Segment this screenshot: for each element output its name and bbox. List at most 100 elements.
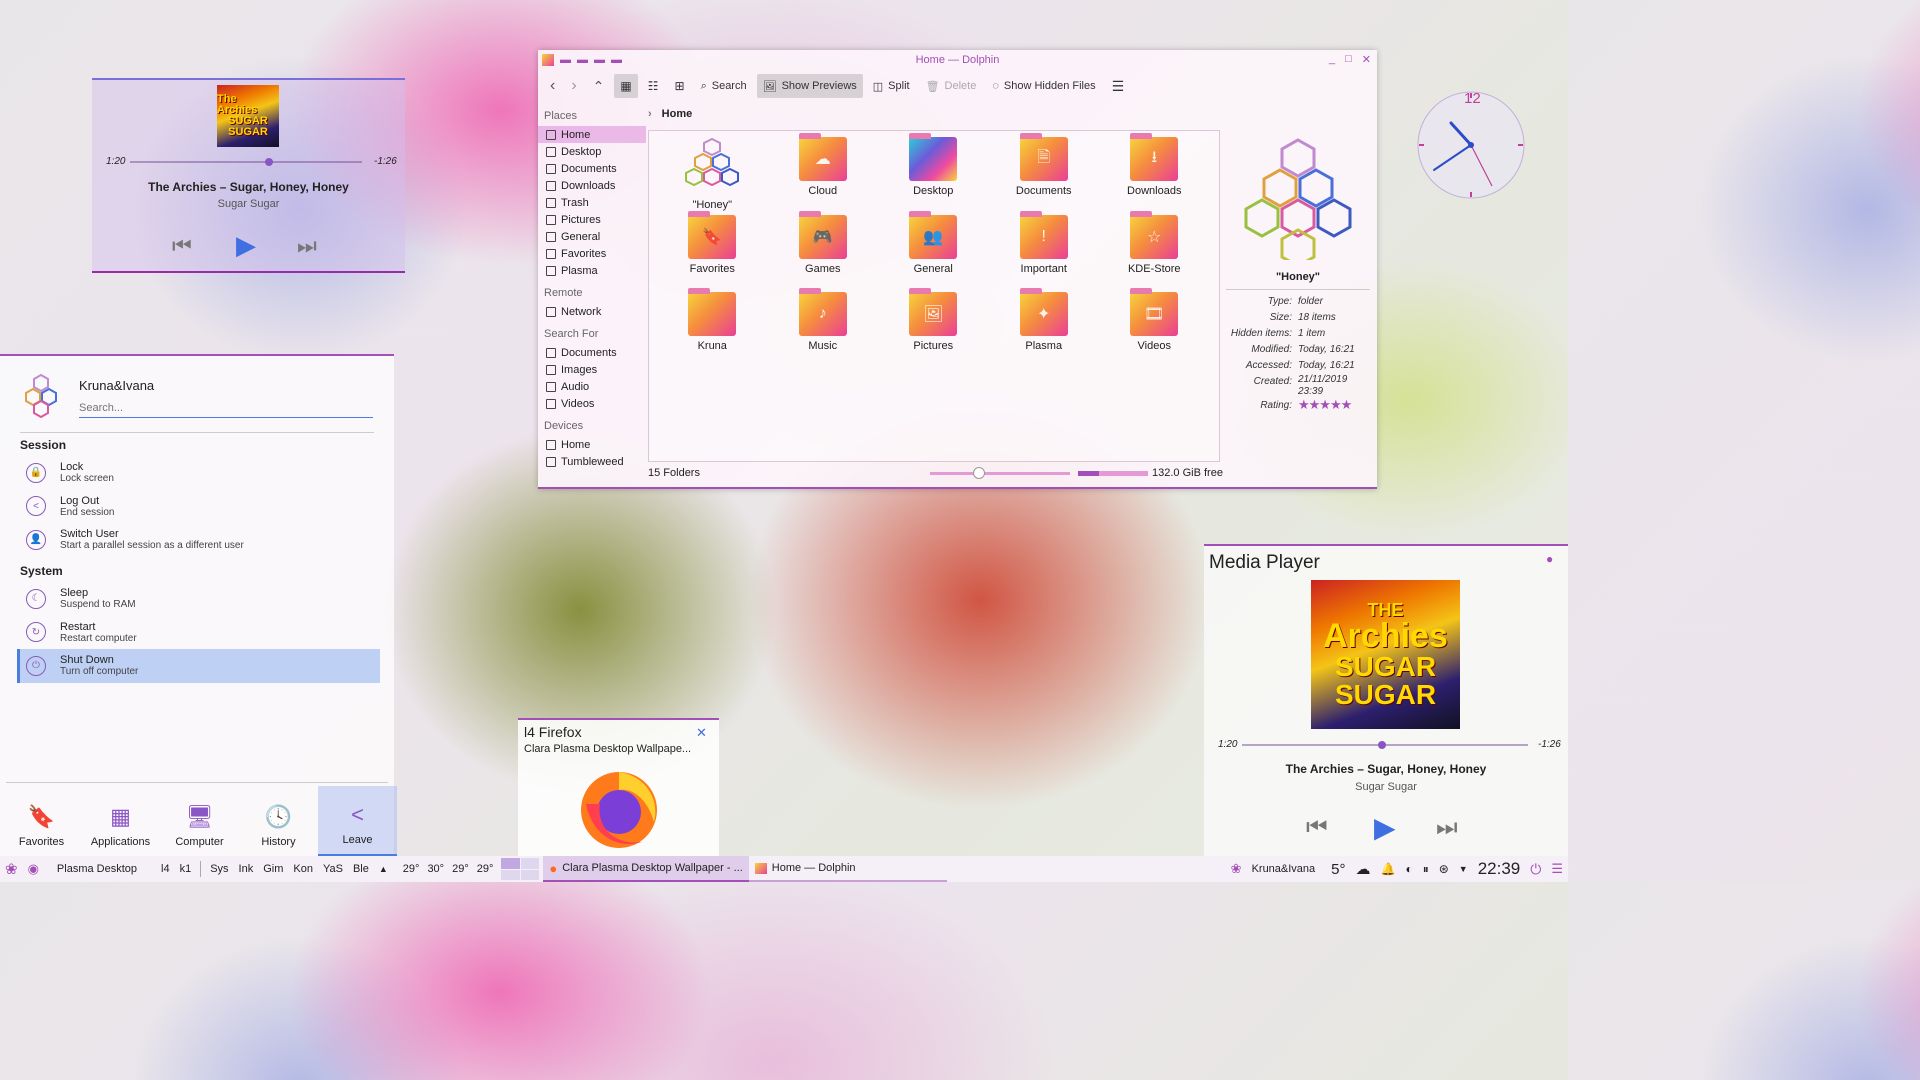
title-bar[interactable]: ▬ ▬ ▬ ▬ Home — Dolphin _ □ ✕ [538, 50, 1377, 70]
breadcrumb[interactable]: › Home [648, 108, 692, 120]
folder-item[interactable]: Kruna [657, 288, 768, 370]
compact-view-button[interactable]: ⊞ [669, 74, 691, 98]
pager-cell[interactable] [501, 869, 520, 880]
pager-cell[interactable] [520, 869, 540, 880]
place-item[interactable]: Images [538, 361, 646, 378]
weather-temp[interactable]: 5° [1326, 861, 1350, 878]
tab-computer[interactable]: 🖥 Computer [160, 786, 239, 856]
folder-item[interactable]: 🖼 Pictures [878, 288, 989, 370]
virtual-desktop-pager[interactable] [501, 858, 540, 880]
shade-icon[interactable]: ▬ [577, 54, 588, 66]
place-item[interactable]: Home [538, 126, 646, 143]
place-item[interactable]: Tumbleweed [538, 453, 646, 470]
rating-stars[interactable]: ★★★★★ [1298, 398, 1352, 414]
seek-slider[interactable] [1242, 741, 1528, 749]
quicklaunch-item[interactable]: Sys [205, 863, 233, 875]
quicklaunch-item[interactable]: Gim [258, 863, 288, 875]
app-icon[interactable] [542, 54, 554, 66]
folder-item[interactable]: "Honey" [657, 137, 768, 215]
window-menu[interactable]: ▬ ▬ ▬ ▬ [542, 54, 622, 66]
seek-slider[interactable] [130, 158, 362, 166]
power-icon[interactable]: ⏻ [1525, 861, 1546, 878]
folder-item[interactable]: ☆ KDE-Store [1099, 210, 1210, 293]
folder-item[interactable]: 👥 General [878, 210, 989, 293]
zoom-slider[interactable] [930, 467, 1070, 479]
place-item[interactable]: Downloads [538, 177, 646, 194]
details-view-button[interactable]: ☷ [642, 74, 665, 98]
keep-above-icon[interactable]: ▬ [594, 54, 605, 66]
folder-item[interactable]: 🔖 Favorites [657, 210, 768, 293]
folder-item[interactable]: ☁ Cloud [768, 133, 879, 215]
tab-applications[interactable]: ▦ Applications [81, 786, 160, 856]
pager-cell[interactable] [520, 858, 540, 869]
folder-item[interactable]: 🗎 Documents [989, 133, 1100, 215]
leave-action[interactable]: 👤 Switch User Start a parallel session as … [0, 523, 380, 557]
previous-icon[interactable]: ⏮ [172, 233, 192, 259]
close-icon[interactable]: ✕ [696, 725, 707, 741]
place-item[interactable]: Documents [538, 160, 646, 177]
breadcrumb-home[interactable]: Home [662, 108, 693, 120]
delete-button[interactable]: 🗑 Delete [920, 74, 983, 98]
next-icon[interactable]: ⏭ [297, 233, 317, 259]
expand-arrow-icon[interactable]: ▲ [374, 864, 393, 874]
quicklaunch-item[interactable]: Kon [288, 863, 318, 875]
place-item[interactable]: Pictures [538, 211, 646, 228]
icons-view-button[interactable]: ▦ [614, 74, 638, 98]
quicklaunch-item[interactable]: Ink [234, 863, 259, 875]
dolphin-window[interactable]: ▬ ▬ ▬ ▬ Home — Dolphin _ □ ✕ ‹ › ⌃ ▦ ☷ ⊞… [538, 50, 1377, 489]
back-button[interactable]: ‹ [544, 74, 561, 98]
leave-action[interactable]: < Log Out End session [0, 490, 380, 524]
keep-below-icon[interactable]: ▬ [611, 54, 622, 66]
forward-button[interactable]: › [565, 74, 582, 98]
leave-action[interactable]: ☾ Sleep Suspend to RAM [17, 582, 380, 616]
pager-desktop-2[interactable]: k1 [175, 863, 197, 875]
place-item[interactable]: Plasma [538, 262, 646, 279]
folder-item[interactable]: 🎮 Games [768, 210, 879, 293]
pager-desktop-1[interactable]: l4 [156, 863, 175, 875]
previous-icon[interactable]: ⏮ [1306, 814, 1328, 842]
zoom-knob[interactable] [973, 467, 985, 479]
seek-knob[interactable] [1378, 741, 1387, 749]
minimize-icon[interactable]: _ [1329, 53, 1335, 66]
leave-action[interactable]: ↻ Restart Restart computer [17, 616, 380, 650]
search-button[interactable]: ⌕ Search [695, 74, 753, 98]
folder-item[interactable]: Desktop [878, 133, 989, 215]
place-item[interactable]: Home [538, 436, 646, 453]
place-item[interactable]: Documents [538, 344, 646, 361]
play-icon[interactable]: ▶ [1374, 811, 1396, 844]
tray-expand-icon[interactable]: ▼ [1454, 864, 1473, 874]
tab-history[interactable]: 🕓 History [239, 786, 318, 856]
show-hidden-files-button[interactable]: ◌ Show Hidden Files [986, 74, 1101, 98]
user-switcher[interactable]: Kruna&Ivana [1247, 863, 1321, 875]
task-firefox[interactable]: ● Clara Plasma Desktop Wallpaper - ... [543, 856, 749, 882]
pager-cell[interactable] [501, 858, 520, 869]
up-button[interactable]: ⌃ [587, 74, 611, 98]
place-item[interactable]: Audio [538, 378, 646, 395]
folder-item[interactable]: ⭳ Downloads [1099, 133, 1210, 215]
place-item[interactable]: Trash [538, 194, 646, 211]
task-dolphin[interactable]: Home — Dolphin [748, 856, 947, 882]
place-item[interactable]: Favorites [538, 245, 646, 262]
show-previews-button[interactable]: 🖼 Show Previews [756, 74, 863, 98]
maximize-icon[interactable]: □ [1345, 53, 1352, 66]
media-pause-icon[interactable]: ⏸ [1418, 862, 1434, 877]
cloud-icon[interactable]: ☁ [1351, 860, 1376, 878]
seek-knob[interactable] [265, 158, 274, 166]
place-item[interactable]: Videos [538, 395, 646, 412]
next-icon[interactable]: ⏭ [1436, 814, 1458, 842]
folder-item[interactable]: 🎞 Videos [1099, 288, 1210, 370]
folder-item[interactable]: ✦ Plasma [989, 288, 1100, 370]
volume-icon[interactable]: ◐ [1400, 862, 1417, 876]
folder-item[interactable]: ♪ Music [768, 288, 879, 370]
network-icon[interactable]: ⊛ [1434, 862, 1454, 876]
folder-item[interactable]: ! Important [989, 210, 1100, 293]
digital-clock[interactable]: 22:39 [1473, 859, 1526, 879]
hamburger-icon[interactable]: ☰ [1546, 861, 1568, 877]
quicklaunch-item[interactable]: Ble [348, 863, 374, 875]
place-item[interactable]: Network [538, 303, 646, 320]
leave-action[interactable]: 🔒 Lock Lock screen [0, 456, 380, 490]
pin-icon[interactable]: ● [1546, 552, 1553, 566]
user-icon[interactable]: ❀ [1226, 861, 1247, 877]
pin-icon[interactable]: ▬ [560, 54, 571, 66]
tab-leave[interactable]: < Leave [318, 786, 397, 856]
